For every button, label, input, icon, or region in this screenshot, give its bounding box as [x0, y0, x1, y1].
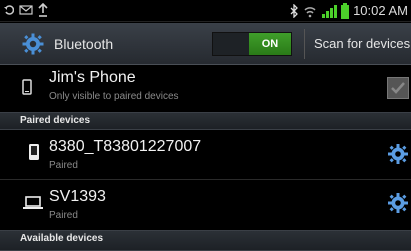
phone-icon — [22, 79, 32, 95]
available-devices-header: Available devices — [0, 230, 411, 251]
paired-device-row[interactable]: SV1393 Paired — [0, 180, 411, 229]
status-left-icons — [4, 3, 48, 17]
page-title: Bluetooth — [54, 36, 114, 52]
paired-device-status: Paired — [49, 210, 78, 221]
available-devices-label: Available devices — [20, 233, 104, 244]
upload-icon — [38, 3, 48, 17]
laptop-icon — [23, 196, 43, 209]
scan-for-devices-button[interactable]: Scan for devices — [314, 36, 410, 51]
bluetooth-settings-gear-icon — [22, 33, 44, 55]
sync-icon — [4, 5, 14, 15]
bluetooth-toggle[interactable]: ON — [212, 32, 292, 56]
device-settings-gear-icon[interactable] — [387, 143, 409, 165]
status-right-icons: 10:02 AM — [290, 2, 408, 20]
paired-device-status: Paired — [49, 160, 78, 171]
battery-icon — [341, 3, 350, 19]
device-name: Jim's Phone — [49, 69, 136, 86]
status-time: 10:02 AM — [353, 3, 408, 18]
this-device-row[interactable]: Jim's Phone Only visible to paired devic… — [0, 66, 411, 113]
paired-device-name: 8380_T83801227007 — [49, 138, 202, 155]
message-icon — [19, 5, 33, 15]
bluetooth-icon — [290, 4, 298, 18]
status-bar: 10:02 AM — [0, 0, 411, 22]
visibility-status: Only visible to paired devices — [49, 91, 179, 102]
paired-devices-label: Paired devices — [20, 115, 91, 126]
wifi-icon — [304, 7, 316, 18]
visibility-checkbox[interactable] — [387, 77, 409, 99]
phone-icon — [29, 144, 39, 160]
device-settings-gear-icon[interactable] — [387, 192, 409, 214]
action-bar-divider — [304, 29, 305, 59]
paired-device-name: SV1393 — [49, 188, 106, 205]
check-icon — [391, 82, 405, 94]
paired-device-row[interactable]: 8380_T83801227007 Paired — [0, 131, 411, 178]
signal-icon — [322, 5, 338, 18]
action-bar: Bluetooth ON Scan for devices — [0, 23, 411, 65]
toggle-on-label: ON — [249, 33, 291, 55]
paired-devices-header: Paired devices — [0, 112, 411, 130]
